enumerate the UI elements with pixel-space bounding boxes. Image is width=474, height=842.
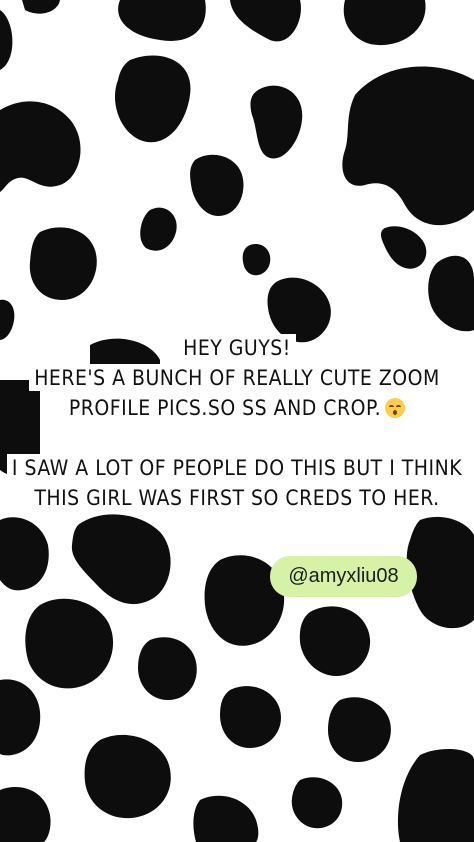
caption-line-5: this girl was first so creds to her. [0,484,474,511]
caption-text: I saw a lot of people do this but I thin… [6,454,468,481]
caption-line-3: profile pics.so ss and crop. [0,394,474,421]
kissing-face-icon [385,398,406,418]
caption-text: Here's a bunch of really cute Zoom [29,364,445,391]
caption-line-4: I saw a lot of people do this but I thin… [0,454,474,481]
mention-handle: @amyxliu08 [288,565,399,587]
caption-line-2: Here's a bunch of really cute Zoom [0,364,474,391]
caption-text: Hey guys! [178,334,296,361]
mention-sticker[interactable]: @amyxliu08 [270,556,417,597]
caption-text: profile pics.so ss and crop. [68,396,382,420]
caption-line-3-wrap: profile pics.so ss and crop. [63,394,411,421]
cow-print-background [0,0,474,842]
caption-text: this girl was first so creds to her. [29,484,445,511]
caption-line-1: Hey guys! [0,334,474,361]
